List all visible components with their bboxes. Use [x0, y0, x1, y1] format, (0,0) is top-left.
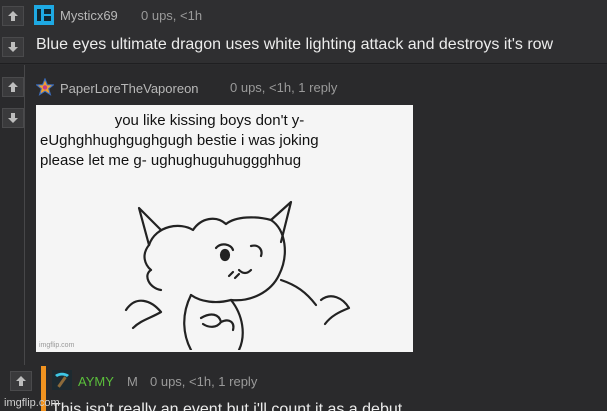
arrow-down-icon — [8, 113, 18, 123]
comment-body: Blue eyes ultimate dragon uses white lig… — [36, 36, 554, 53]
comment-body: This isn't really an event but i'll coun… — [51, 401, 403, 411]
comment-username[interactable]: Mysticx69 — [60, 8, 118, 23]
downvote-button[interactable] — [2, 37, 24, 57]
arrow-up-icon — [8, 82, 18, 92]
upvote-button[interactable] — [2, 77, 24, 97]
downvote-button[interactable] — [2, 108, 24, 128]
cartoon-fox-drawing — [124, 200, 351, 350]
arrow-down-icon — [8, 42, 18, 52]
meme-watermark: imgflip.com — [39, 342, 75, 349]
arrow-up-icon — [8, 11, 18, 21]
meme-caption-line: please let me g- ughughuguhuggghhug — [40, 152, 302, 169]
rainbow-star-icon[interactable] — [34, 77, 56, 96]
comment-meta: 0 ups, <1h, 1 reply — [230, 80, 338, 95]
arrow-up-icon — [16, 376, 26, 386]
upvote-button[interactable] — [2, 6, 24, 26]
moderator-badge: M — [127, 374, 138, 389]
comment-meta: 0 ups, <1h, 1 reply — [150, 374, 258, 389]
comment-mysticx69: Mysticx69 0 ups, <1h Blue eyes ultimate … — [0, 0, 607, 64]
pickaxe-icon[interactable] — [52, 370, 72, 390]
comment-username[interactable]: AYMY — [78, 374, 114, 389]
upvote-button[interactable] — [10, 371, 32, 391]
thread-line — [24, 65, 25, 365]
meme-caption-line: eUghghhughgughgugh bestie i was joking — [40, 132, 319, 149]
comment-meta: 0 ups, <1h — [141, 8, 203, 23]
comment-aymy: AYMY M 0 ups, <1h, 1 reply This isn't re… — [0, 365, 607, 411]
meme-caption: you like kissing boys don't y- eUghghhug… — [36, 111, 413, 171]
site-watermark: imgflip.com — [4, 397, 60, 409]
meme-image[interactable]: you like kissing boys don't y- eUghghhug… — [36, 105, 413, 352]
blue-square-face-icon[interactable] — [34, 5, 54, 25]
comment-username[interactable]: PaperLoreTheVaporeon — [60, 81, 199, 96]
meme-caption-line: you like kissing boys don't y- — [114, 112, 305, 129]
